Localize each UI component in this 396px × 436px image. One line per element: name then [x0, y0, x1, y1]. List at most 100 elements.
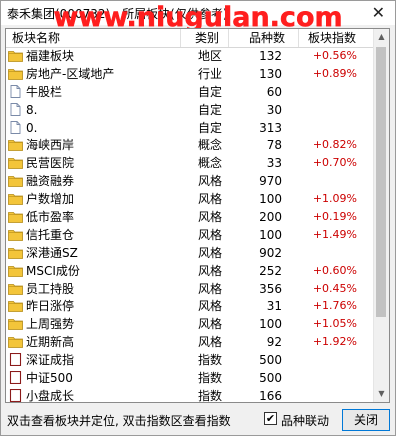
column-header-name[interactable]: 板块名称	[12, 29, 60, 47]
sector-count: 500	[259, 371, 282, 386]
table-row[interactable]: 低市盈率 风格 200 +0.19%	[6, 208, 376, 226]
sector-category: 风格	[198, 281, 223, 296]
sector-category: 风格	[198, 210, 223, 225]
column-header-category[interactable]: 类别	[195, 29, 219, 47]
sector-name: 低市盈率	[26, 210, 75, 225]
sector-index-change: +1.05%	[312, 317, 357, 331]
sector-index-change: +0.89%	[312, 66, 357, 80]
status-bar: 双击查看板块并定位, 双击指数区查看指数 ✔ 品种联动 关闭	[5, 408, 390, 432]
sector-count: 100	[259, 227, 282, 242]
sector-count: 902	[259, 245, 282, 260]
sector-index-change	[302, 351, 357, 369]
sector-index-change	[302, 244, 357, 262]
sector-category: 指数	[198, 388, 223, 403]
sector-category: 风格	[198, 245, 223, 260]
link-checkbox[interactable]: ✔	[264, 412, 277, 425]
table-row[interactable]: 信托重仓 风格 100 +1.49%	[6, 226, 376, 244]
sector-category: 自定	[198, 120, 223, 135]
sector-category: 风格	[198, 317, 223, 332]
index-icon	[8, 353, 23, 367]
table-row[interactable]: 深港通SZ 风格 902	[6, 244, 376, 262]
folder-icon	[8, 210, 23, 223]
sector-count: 200	[259, 210, 282, 225]
sector-name: 0.	[26, 120, 38, 135]
table-header: 板块名称 类别 品种数 板块指数	[6, 29, 376, 48]
sector-index-change: +0.70%	[312, 156, 357, 170]
sector-name: 牛股栏	[26, 84, 63, 99]
sector-index-change: +1.09%	[312, 192, 357, 206]
sector-index-change	[302, 101, 357, 119]
table-row[interactable]: 上周强势 风格 100 +1.05%	[6, 315, 376, 333]
document-icon	[8, 120, 23, 134]
sector-count: 166	[259, 388, 282, 403]
sector-category: 风格	[198, 335, 223, 350]
table-row[interactable]: 8. 自定 30	[6, 101, 376, 119]
sector-index-change	[302, 119, 357, 137]
table-row[interactable]: 中证500 指数 500	[6, 369, 376, 387]
sector-name: 海峡西岸	[26, 138, 75, 153]
sector-name: 上周强势	[26, 317, 75, 332]
table-row[interactable]: 户数增加 风格 100 +1.09%	[6, 190, 376, 208]
sector-category: 风格	[198, 227, 223, 242]
sector-count: 100	[259, 317, 282, 332]
sector-category: 指数	[198, 353, 223, 368]
folder-icon	[8, 282, 23, 295]
sector-index-change	[302, 369, 357, 387]
sector-category: 风格	[198, 263, 223, 278]
sector-name: 8.	[26, 102, 38, 117]
table-row[interactable]: MSCI成份 风格 252 +0.60%	[6, 262, 376, 280]
sector-index-change: +0.60%	[312, 263, 357, 277]
table-row[interactable]: 员工持股 风格 356 +0.45%	[6, 280, 376, 298]
vertical-scrollbar[interactable]: ▲ ▼	[373, 29, 389, 402]
sector-count: 500	[259, 353, 282, 368]
table-body: 福建板块 地区 132 +0.56% 房地产-区域地产 行业 130 +0.89% 牛股栏 自定 6…	[6, 47, 376, 403]
table-row[interactable]: 小盘成长 指数 166	[6, 387, 376, 403]
document-icon	[8, 102, 23, 116]
table-row[interactable]: 福建板块 地区 132 +0.56%	[6, 47, 376, 65]
table-row[interactable]: 0. 自定 313	[6, 119, 376, 137]
column-divider	[228, 29, 229, 47]
sector-category: 风格	[198, 192, 223, 207]
table-row[interactable]: 昨日涨停 风格 31 +1.76%	[6, 297, 376, 315]
title-bar[interactable]: 泰禾集团(000732) - 所属板块(仅供参考) www.niugulan.c…	[1, 1, 395, 33]
sector-name: 深证成指	[26, 353, 75, 368]
table-row[interactable]: 近期新高 风格 92 +1.92%	[6, 333, 376, 351]
folder-icon	[8, 317, 23, 331]
index-icon	[8, 388, 23, 402]
scroll-thumb[interactable]	[376, 47, 386, 317]
folder-icon	[8, 335, 23, 349]
table-row[interactable]: 民营医院 概念 33 +0.70%	[6, 154, 376, 172]
status-hint: 双击查看板块并定位, 双击指数区查看指数	[7, 414, 231, 428]
sector-count: 130	[259, 66, 282, 81]
close-button[interactable]: 关闭	[342, 409, 390, 431]
column-header-count[interactable]: 品种数	[249, 29, 285, 47]
index-icon	[8, 370, 23, 385]
table-row[interactable]: 牛股栏 自定 60	[6, 83, 376, 101]
sector-name: 深港通SZ	[26, 245, 78, 260]
sector-count: 33	[266, 156, 282, 171]
folder-icon	[8, 264, 23, 277]
sector-name: 信托重仓	[26, 227, 75, 242]
link-checkbox-label[interactable]: 品种联动	[281, 412, 329, 429]
table-row[interactable]: 海峡西岸 概念 78 +0.82%	[6, 136, 376, 154]
close-icon[interactable]: ✕	[372, 3, 385, 22]
table-row[interactable]: 融资融券 风格 970	[6, 172, 376, 190]
sector-index-change: +0.45%	[312, 281, 357, 295]
sector-count: 60	[266, 84, 282, 99]
sector-index-change: +0.82%	[312, 138, 357, 152]
column-header-index[interactable]: 板块指数	[308, 29, 356, 47]
table-row[interactable]: 深证成指 指数 500	[6, 351, 376, 369]
scroll-up-icon[interactable]: ▲	[374, 29, 389, 45]
sector-name: 融资融券	[26, 174, 75, 189]
sector-index-change	[302, 83, 357, 101]
sector-category: 自定	[198, 102, 223, 117]
scroll-down-icon[interactable]: ▼	[374, 386, 389, 402]
table-row[interactable]: 房地产-区域地产 行业 130 +0.89%	[6, 65, 376, 83]
sector-category: 指数	[198, 371, 223, 386]
sector-name: 员工持股	[26, 281, 75, 296]
sector-count: 30	[266, 102, 282, 117]
folder-icon	[8, 174, 23, 188]
sector-name: 小盘成长	[26, 388, 75, 403]
sector-index-change	[302, 387, 357, 402]
sector-index-change: +0.19%	[312, 210, 357, 224]
